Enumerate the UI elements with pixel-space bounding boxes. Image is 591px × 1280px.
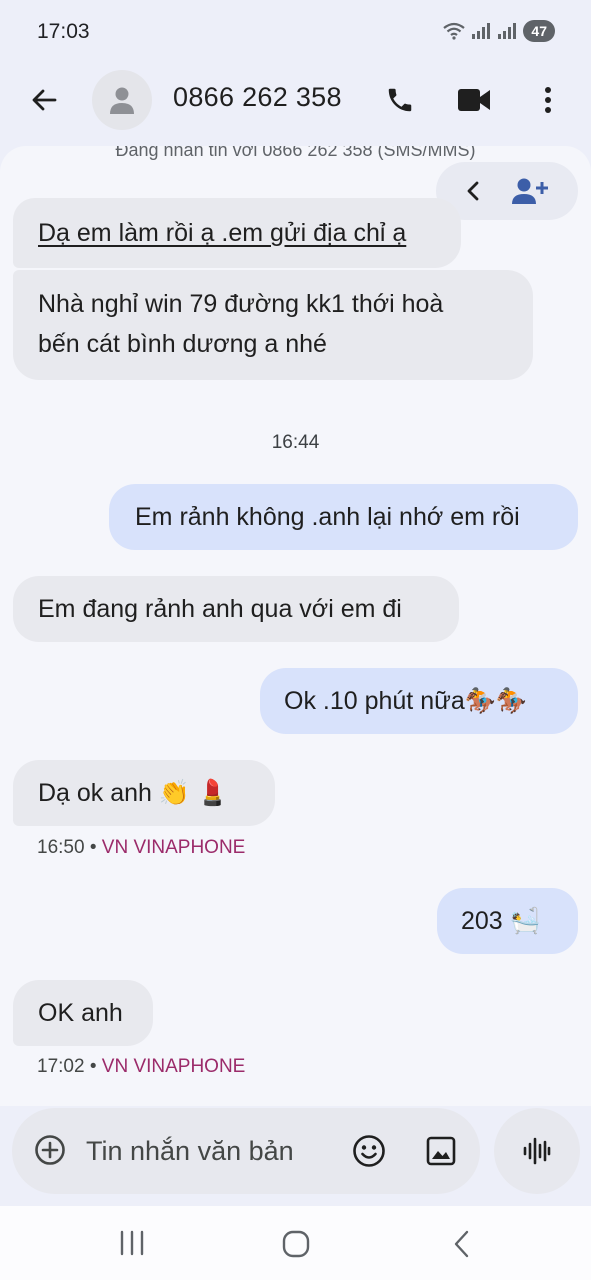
- message-text: Em đang rảnh anh qua với em đi: [38, 595, 402, 623]
- more-vert-icon: [545, 87, 551, 113]
- add-contact-icon: [512, 178, 548, 204]
- incoming-message-bubble[interactable]: Dạ em làm rồi ạ .em gửi địa chỉ ạ: [13, 198, 461, 268]
- outgoing-message-bubble[interactable]: Em rảnh không .anh lại nhớ em rồi: [109, 484, 578, 550]
- chevron-left-icon: [467, 181, 479, 201]
- video-icon: [458, 89, 490, 111]
- conversation-panel[interactable]: Đang nhắn tin với 0866 262 358 (SMS/MMS)…: [0, 146, 591, 1106]
- voice-wave-icon: [523, 1137, 551, 1165]
- message-text: Ok .10 phút nữa🏇🏇: [284, 687, 527, 715]
- message-text: Dạ em làm rồi ạ .em gửi địa chỉ ạ: [38, 219, 407, 247]
- call-button[interactable]: [378, 78, 422, 122]
- video-call-button[interactable]: [452, 78, 496, 122]
- phone-icon: [388, 88, 412, 112]
- incoming-message-bubble[interactable]: Em đang rảnh anh qua với em đi: [13, 576, 459, 642]
- gallery-button[interactable]: [422, 1132, 460, 1170]
- signal-icon: [472, 23, 491, 39]
- collapse-button[interactable]: [458, 176, 488, 206]
- message-time: 16:50: [37, 837, 85, 858]
- outgoing-message-bubble[interactable]: Ok .10 phút nữa🏇🏇: [260, 668, 578, 734]
- message-text: 203 🛀: [461, 907, 541, 935]
- home-button[interactable]: [276, 1224, 316, 1264]
- avatar[interactable]: [92, 70, 152, 130]
- back-button[interactable]: [22, 78, 66, 122]
- system-back-button[interactable]: [442, 1224, 482, 1264]
- message-text: OK anh: [38, 999, 123, 1027]
- incoming-message-bubble[interactable]: Dạ ok anh 👏 💄: [13, 760, 275, 826]
- gallery-icon: [426, 1136, 456, 1166]
- chevron-left-icon: [454, 1230, 469, 1258]
- voice-message-button[interactable]: [494, 1108, 580, 1194]
- more-options-button[interactable]: [526, 78, 570, 122]
- emoji-icon: [353, 1135, 385, 1167]
- message-meta: 16:50 • VN VINAPHONE: [37, 837, 245, 859]
- app-bar: 0866 262 358: [0, 64, 591, 136]
- message-composer: [12, 1108, 480, 1194]
- message-text-line: bến cát bình dương a nhé: [38, 330, 327, 358]
- add-contact-button[interactable]: [510, 173, 550, 209]
- battery-indicator: 47: [523, 20, 555, 42]
- incoming-message-bubble[interactable]: OK anh: [13, 980, 153, 1046]
- recent-apps-icon: [120, 1230, 144, 1256]
- status-time: 17:03: [37, 20, 90, 43]
- message-input[interactable]: [86, 1130, 326, 1172]
- message-text: Dạ ok anh 👏 💄: [38, 779, 229, 807]
- carrier-label: VN VINAPHONE: [101, 1056, 246, 1077]
- meta-separator: •: [89, 837, 102, 858]
- emoji-button[interactable]: [350, 1132, 388, 1170]
- status-bar: 17:03 47: [0, 0, 591, 64]
- outgoing-message-bubble[interactable]: 203 🛀: [437, 888, 578, 954]
- carrier-label: VN VINAPHONE: [101, 837, 246, 858]
- message-time: 17:02: [37, 1056, 85, 1077]
- wifi-icon: [443, 22, 466, 40]
- attach-button[interactable]: [32, 1132, 68, 1168]
- incoming-message-bubble[interactable]: Nhà nghỉ win 79 đường kk1 thới hoà bến c…: [13, 270, 533, 380]
- recent-apps-button[interactable]: [112, 1228, 152, 1258]
- home-icon: [282, 1230, 310, 1258]
- message-meta: 17:02 • VN VINAPHONE: [37, 1056, 245, 1078]
- person-icon: [110, 87, 134, 114]
- conversation-timestamp: 16:44: [271, 432, 320, 453]
- signal-icon: [498, 23, 517, 39]
- add-circle-icon: [35, 1135, 65, 1165]
- navigation-bar: [0, 1206, 591, 1280]
- conversation-header: Đang nhắn tin với 0866 262 358 (SMS/MMS): [115, 146, 476, 160]
- messages-screen: 17:03 47 0866 262 358 Đang nhắn tin với …: [0, 0, 591, 1280]
- message-text: Em rảnh không .anh lại nhớ em rồi: [135, 503, 520, 531]
- meta-separator: •: [89, 1056, 102, 1077]
- status-icons: 47: [443, 20, 555, 42]
- back-arrow-icon: [32, 89, 57, 111]
- contact-name[interactable]: 0866 262 358: [173, 82, 342, 113]
- message-text-line: Nhà nghỉ win 79 đường kk1 thới hoà: [38, 290, 444, 318]
